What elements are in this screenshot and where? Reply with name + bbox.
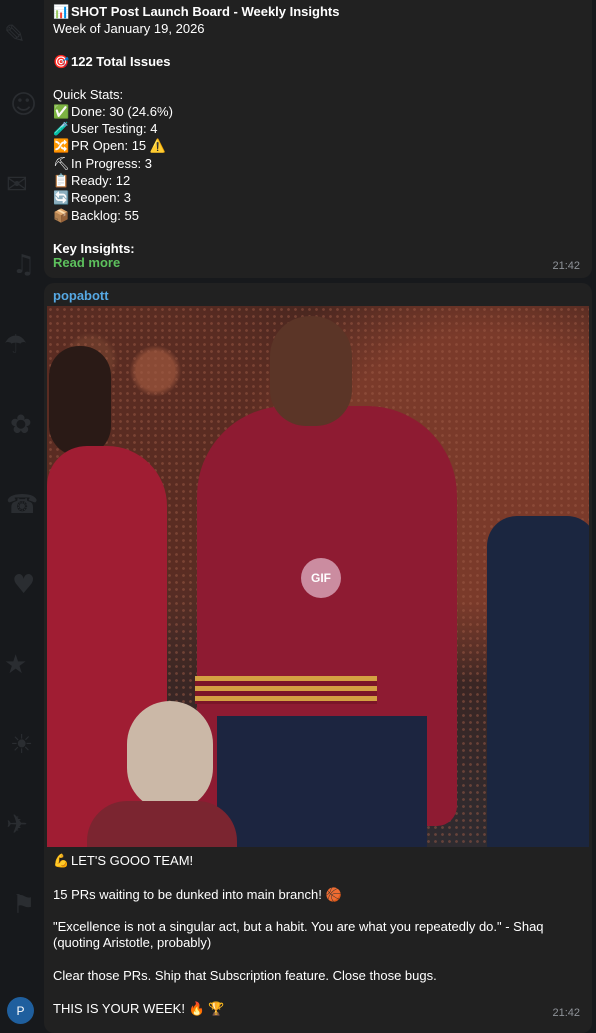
emoji-icon: 💪	[53, 854, 70, 869]
message-line-text: Key Insights:	[53, 241, 135, 257]
message-line: THIS IS YOUR WEEK! 🔥 🏆	[53, 1001, 582, 1017]
message-line-text: User Testing: 4	[71, 121, 158, 137]
message-line: 🔄 Reopen: 3	[53, 190, 582, 207]
message-time: 21:42	[552, 1007, 580, 1019]
emoji-icon: 📋	[53, 173, 70, 189]
emoji-icon: 📊	[53, 5, 70, 20]
read-more-link[interactable]: Read more	[53, 255, 120, 270]
message-line	[53, 71, 582, 87]
message-line-text: SHOT Post Launch Board - Weekly Insights	[71, 4, 340, 19]
message-line-text: PR Open: 15 ⚠️	[71, 138, 166, 154]
message-line: 💪 LET'S GOOO TEAM!	[53, 853, 582, 870]
message-line-text: Quick Stats:	[53, 87, 124, 103]
message-line-text: THIS IS YOUR WEEK! 🔥 🏆	[53, 1000, 225, 1016]
gif-play-badge[interactable]: GIF	[301, 558, 341, 598]
message-line: Quick Stats:	[53, 87, 582, 103]
message-line: 📦 Backlog: 55	[53, 208, 582, 225]
message-line-text: Done: 30 (24.6%)	[71, 103, 173, 119]
message-line: ✅ Done: 30 (24.6%)	[53, 104, 582, 121]
message-line-text: Reopen: 3	[71, 190, 131, 206]
message-line-text: 122 Total Issues	[71, 53, 171, 69]
sender-name[interactable]: popabott	[53, 288, 109, 303]
message-line	[53, 225, 582, 241]
message-line: Key Insights:	[53, 241, 582, 257]
message-line-text: Ready: 12	[71, 172, 131, 188]
message-line	[53, 984, 582, 1000]
emoji-icon: 🔄	[53, 191, 70, 207]
message-line: Week of January 19, 2026	[53, 21, 582, 37]
message-line: 🔀 PR Open: 15 ⚠️	[53, 138, 582, 155]
message-line	[53, 38, 582, 54]
emoji-icon: 🎯	[53, 54, 70, 70]
message-line	[53, 903, 582, 919]
message-bubble-weekly-insights: 📊 SHOT Post Launch Board - Weekly Insight…	[44, 0, 592, 278]
message-line-text: 15 PRs waiting to be dunked into main br…	[53, 886, 342, 902]
message-line-text: Week of January 19, 2026	[53, 21, 205, 37]
message-text: 📊 SHOT Post Launch Board - Weekly Insight…	[53, 4, 582, 257]
sender-avatar[interactable]: P	[7, 997, 34, 1024]
message-time: 21:42	[552, 260, 580, 272]
message-line: "Excellence is not a singular act, but a…	[53, 919, 582, 952]
message-line: Clear those PRs. Ship that Subscription …	[53, 968, 582, 984]
message-line: 15 PRs waiting to be dunked into main br…	[53, 887, 582, 903]
message-text: 💪 LET'S GOOO TEAM! 15 PRs waiting to be du…	[53, 853, 582, 1017]
message-line: 🧪 User Testing: 4	[53, 121, 582, 138]
message-bubble-popabott: popabott GIF 💪 LET'S GOOO TEAM! 15 PRs wai…	[44, 283, 592, 1033]
emoji-icon: 📦	[53, 208, 70, 224]
gif-media[interactable]: GIF	[47, 306, 589, 847]
emoji-icon: 🔀	[53, 139, 70, 155]
message-line-text: Backlog: 55	[71, 207, 139, 223]
message-line-text: "Excellence is not a singular act, but a…	[53, 919, 548, 951]
message-line: 🎯 122 Total Issues	[53, 54, 582, 71]
message-line-text: LET'S GOOO TEAM!	[71, 853, 194, 868]
message-line: 📊 SHOT Post Launch Board - Weekly Insight…	[53, 4, 582, 21]
message-line	[53, 870, 582, 886]
emoji-icon: 🧪	[53, 122, 70, 138]
message-line-text: Clear those PRs. Ship that Subscription …	[53, 968, 437, 984]
emoji-icon: ✅	[53, 104, 70, 120]
emoji-icon: ⛏	[53, 156, 70, 172]
message-line	[53, 952, 582, 968]
message-line-text: In Progress: 3	[71, 155, 152, 171]
message-line: 📋 Ready: 12	[53, 173, 582, 190]
message-line: ⛏In Progress: 3	[53, 156, 582, 173]
